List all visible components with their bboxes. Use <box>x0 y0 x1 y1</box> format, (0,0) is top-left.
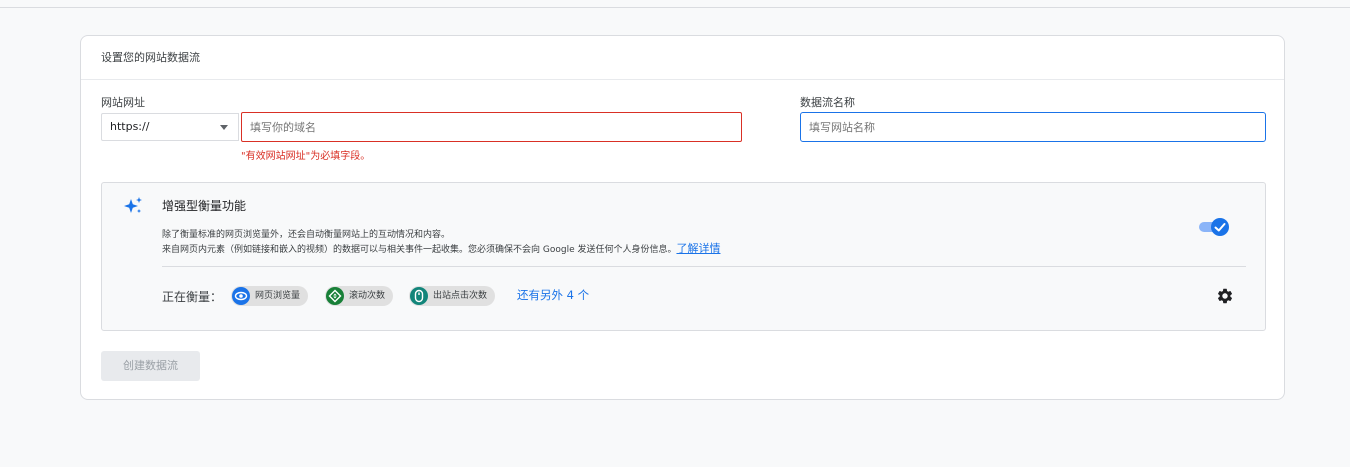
toggle-thumb <box>1211 218 1229 236</box>
card-title: 设置您的网站数据流 <box>101 51 200 64</box>
card-divider <box>81 79 1284 80</box>
enhanced-measurement-title: 增强型衡量功能 <box>162 199 247 213</box>
panel-divider <box>162 266 1246 267</box>
url-error-message: "有效网站网址"为必填字段。 <box>241 151 371 162</box>
chip-scrolls: 滚动次数 <box>325 286 394 306</box>
check-icon <box>1214 223 1226 232</box>
sparkle-icon <box>124 197 142 213</box>
stream-name-input[interactable] <box>800 112 1266 142</box>
create-stream-button[interactable]: 创建数据流 <box>101 351 200 381</box>
enhanced-description-text: 来自网页内元素（例如链接和嵌入的视频）的数据可以与相关事件一起收集。您必须确保不… <box>162 245 677 255</box>
top-divider <box>0 7 1350 8</box>
scroll-icon <box>326 287 344 305</box>
website-url-input[interactable] <box>241 112 742 142</box>
enhanced-measurement-panel: 增强型衡量功能 除了衡量标准的网页浏览量外，还会自动衡量网站上的互动情况和内容。… <box>101 182 1266 331</box>
chip-label: 网页浏览量 <box>255 291 301 301</box>
protocol-value: https:// <box>110 120 150 133</box>
mouse-icon <box>410 287 428 305</box>
stream-setup-card: 设置您的网站数据流 网站网址 https:// "有效网站网址"为必填字段。 数… <box>80 35 1285 400</box>
learn-more-link[interactable]: 了解详情 <box>676 242 720 255</box>
eye-icon <box>232 287 250 305</box>
chip-label: 滚动次数 <box>349 291 386 301</box>
website-url-label: 网站网址 <box>101 96 145 109</box>
stream-name-label: 数据流名称 <box>800 96 855 109</box>
chip-page-views: 网页浏览量 <box>231 286 309 306</box>
enhanced-measurement-toggle[interactable] <box>1199 217 1229 237</box>
dropdown-arrow-icon <box>220 125 228 130</box>
enhanced-description-line1: 除了衡量标准的网页浏览量外，还会自动衡量网站上的互动情况和内容。 <box>162 230 451 240</box>
chip-label: 出站点击次数 <box>433 291 488 301</box>
protocol-select[interactable]: https:// <box>101 113 239 141</box>
more-events-link[interactable]: 还有另外 4 个 <box>517 287 589 303</box>
chip-outbound-clicks: 出站点击次数 <box>409 286 496 306</box>
gear-icon[interactable] <box>1216 287 1234 305</box>
measuring-label: 正在衡量： <box>162 290 223 304</box>
enhanced-description-line2: 来自网页内元素（例如链接和嵌入的视频）的数据可以与相关事件一起收集。您必须确保不… <box>162 240 720 256</box>
